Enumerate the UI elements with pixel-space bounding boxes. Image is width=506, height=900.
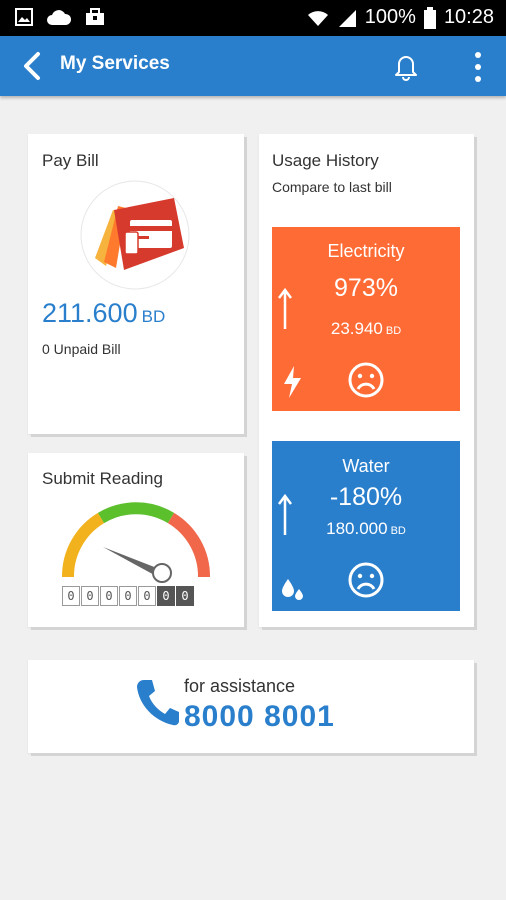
- assistance-card[interactable]: for assistance 8000 8001: [28, 660, 474, 753]
- phone-icon: [137, 680, 179, 726]
- page-title: My Services: [60, 53, 170, 74]
- water-tile[interactable]: Water -180% 180.000 BD: [272, 441, 460, 611]
- usage-history-subtitle: Compare to last bill: [272, 179, 392, 195]
- electricity-percent: 973%: [334, 274, 398, 302]
- wifi-icon: [307, 10, 328, 26]
- meter-digit: 0: [176, 586, 194, 606]
- bill-amount-value: 211.600: [42, 298, 138, 328]
- more-icon[interactable]: [468, 50, 488, 84]
- clock: 10:28: [443, 6, 494, 28]
- bill-currency: BD: [141, 307, 166, 326]
- pay-bill-card[interactable]: Pay Bill 211.600 BD 0 Unpaid Bill: [28, 134, 244, 434]
- electricity-currency: BD: [385, 325, 402, 337]
- water-label: Water: [342, 456, 390, 476]
- sad-face-icon: [348, 562, 384, 598]
- pay-bill-title: Pay Bill: [42, 151, 99, 170]
- arrow-up-icon: [278, 287, 292, 329]
- lightning-icon: [284, 366, 301, 398]
- back-icon[interactable]: [18, 50, 48, 82]
- bell-icon[interactable]: [390, 50, 422, 82]
- meter-digit: 0: [157, 586, 175, 606]
- sad-face-icon: [348, 362, 384, 398]
- meter-digits: 0 0 0 0 0 0 0: [62, 586, 195, 606]
- electricity-amount: 23.940 BD: [272, 319, 460, 339]
- water-amount-value: 180.000: [326, 519, 388, 538]
- usage-history-title: Usage History: [272, 151, 379, 170]
- meter-digit: 0: [62, 586, 80, 606]
- battery-icon: [423, 6, 436, 29]
- submit-reading-card[interactable]: Submit Reading 0 0 0 0 0 0 0: [28, 453, 244, 627]
- electricity-amount-value: 23.940: [330, 319, 383, 338]
- app-bar: My Services: [0, 36, 506, 96]
- meter-digit: 0: [81, 586, 99, 606]
- arrow-up-icon: [278, 493, 292, 535]
- submit-reading-title: Submit Reading: [42, 469, 163, 488]
- water-currency: BD: [390, 525, 406, 537]
- briefcase-icon: [86, 8, 104, 25]
- status-bar: 100% 10:28: [0, 0, 506, 36]
- meter-digit: 0: [138, 586, 156, 606]
- gauge-icon: [61, 502, 211, 583]
- meter-digit: 0: [119, 586, 137, 606]
- battery-percent: 100%: [364, 6, 416, 28]
- bill-payment-icon: [80, 180, 190, 290]
- image-icon: [15, 8, 33, 26]
- water-amount: 180.000 BD: [272, 519, 460, 539]
- water-percent: -180%: [329, 483, 403, 511]
- unpaid-bill-count: 0 Unpaid Bill: [42, 341, 121, 357]
- electricity-tile[interactable]: Electricity 973% 23.940 BD: [272, 227, 460, 411]
- signal-icon: [338, 9, 356, 27]
- assistance-phone-number[interactable]: 8000 8001: [184, 700, 335, 734]
- electricity-label: Electricity: [327, 241, 405, 261]
- usage-history-card: Usage History Compare to last bill Elect…: [259, 134, 474, 627]
- water-drops-icon: [282, 579, 303, 600]
- assistance-label: for assistance: [184, 676, 296, 696]
- cloud-icon: [47, 10, 72, 25]
- meter-digit: 0: [100, 586, 118, 606]
- bill-amount: 211.600 BD: [42, 298, 165, 329]
